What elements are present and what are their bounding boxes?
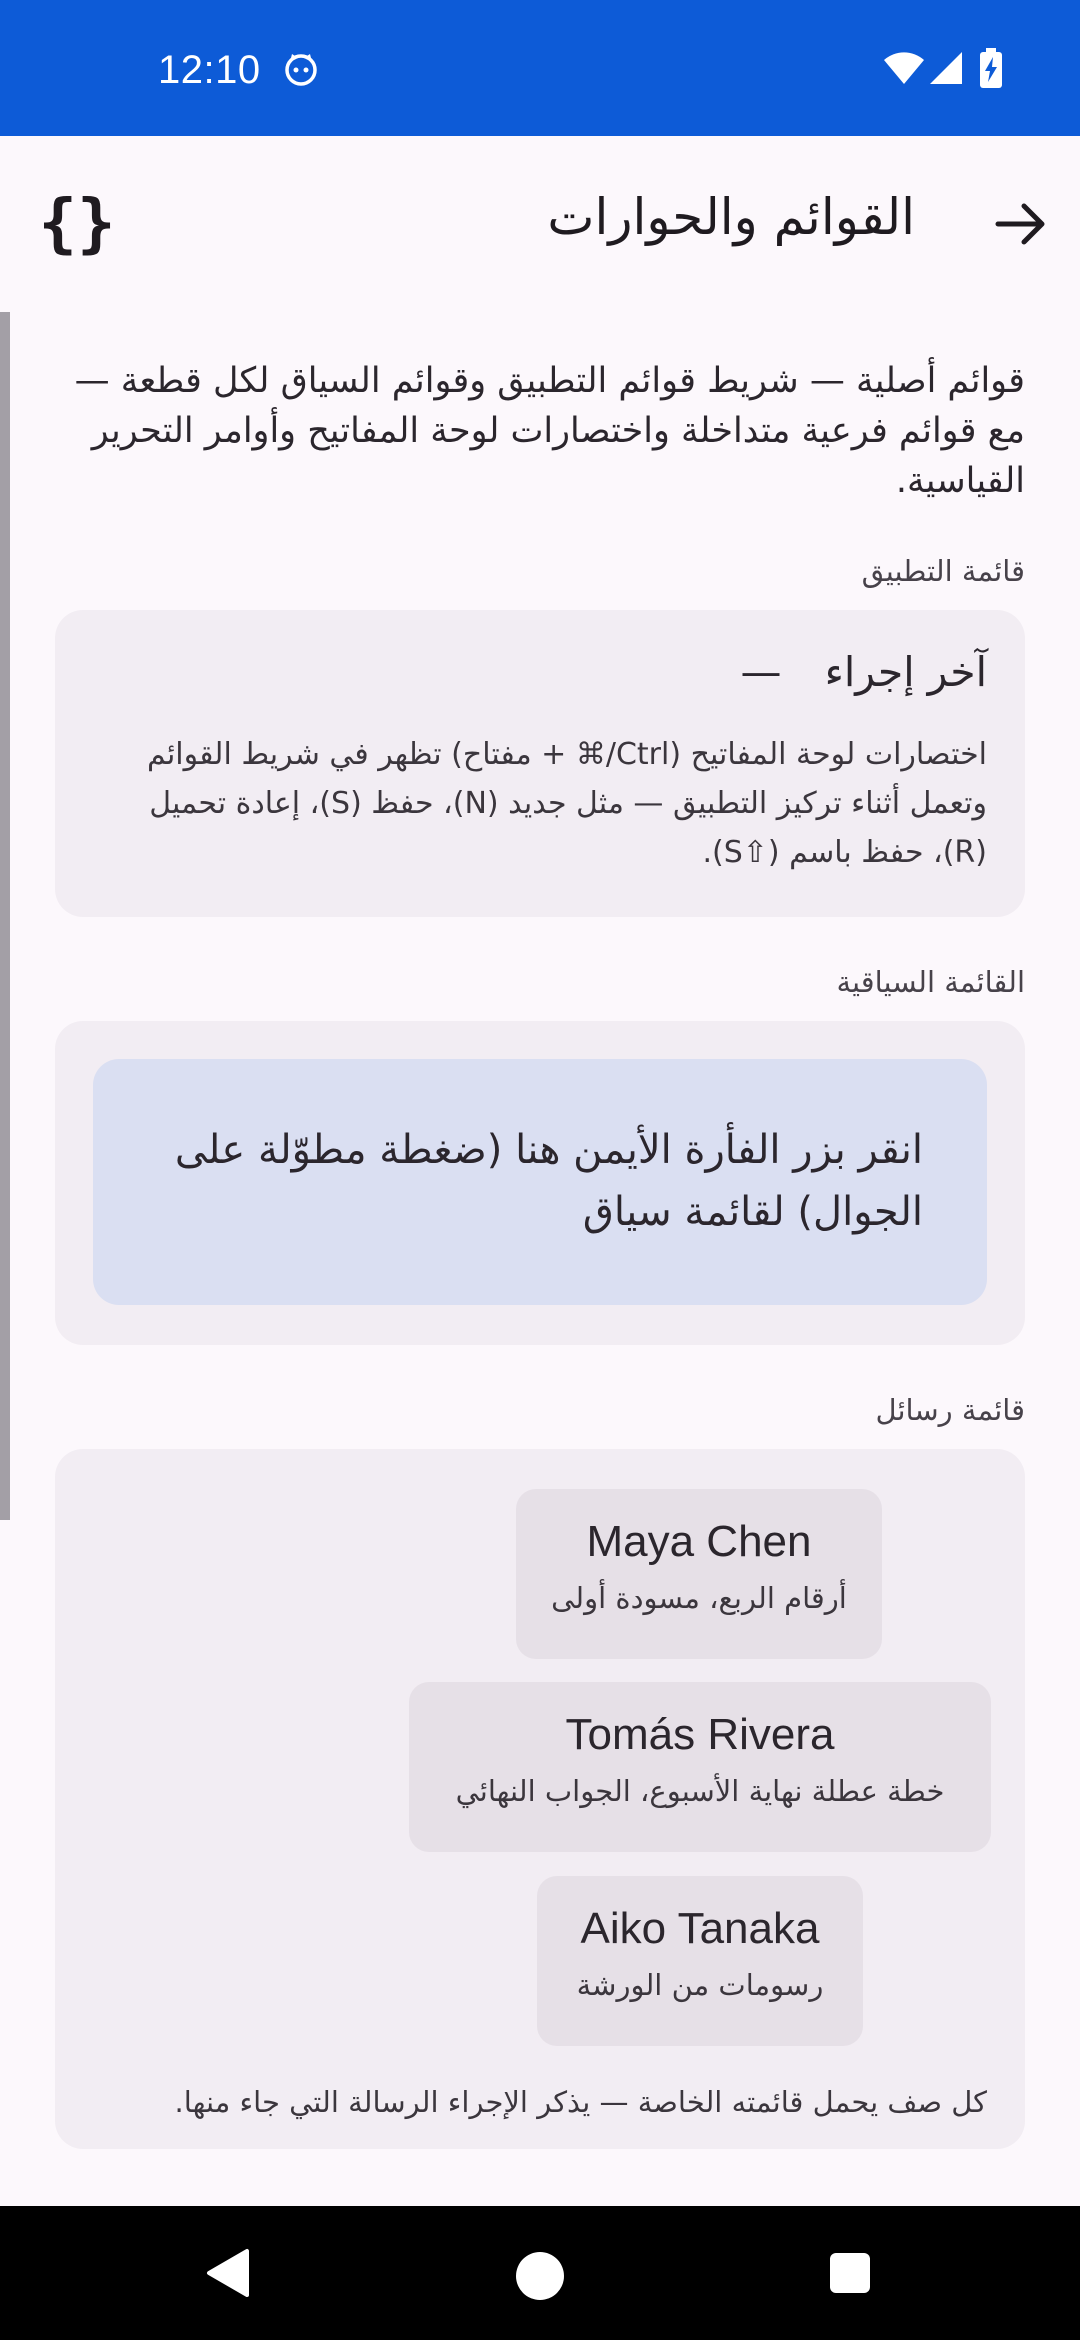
code-view-button[interactable]: {} — [32, 184, 122, 264]
message-subject: خطة عطلة نهاية الأسبوع، الجواب النهائي — [455, 1774, 945, 1808]
app-menu-card: آخر إجراء — اختصارات لوحة المفاتيح (Ctrl… — [55, 610, 1025, 917]
main-content: قوائم أصلية — شريط قوائم التطبيق وقوائم … — [55, 356, 1025, 2149]
intro-text: قوائم أصلية — شريط قوائم التطبيق وقوائم … — [74, 361, 1025, 501]
shortcuts-description: اختصارات لوحة المفاتيح (Ctrl/⌘ + مفتاح) … — [146, 737, 987, 870]
arrow-right-icon[interactable] — [990, 192, 1054, 256]
nav-recents-icon[interactable] — [830, 2253, 870, 2293]
page-title: القوائم والحوارات — [547, 188, 915, 246]
message-item[interactable]: Maya Chen أرقام الربع، مسودة أولى — [516, 1489, 882, 1659]
wifi-icon — [884, 52, 924, 84]
status-time: 12:10 — [158, 48, 261, 92]
app-bar: {} القوائم والحوارات — [0, 136, 1080, 312]
message-subject: أرقام الربع، مسودة أولى — [551, 1581, 847, 1615]
battery-charging-icon — [980, 48, 1002, 88]
message-list-label: قائمة رسائل — [875, 1393, 1025, 1427]
status-bar: 12:10 — [0, 0, 1080, 136]
last-action-title: آخر إجراء — [824, 648, 987, 696]
message-sender: Aiko Tanaka — [580, 1904, 820, 1953]
context-menu-label: القائمة السياقية — [836, 965, 1025, 999]
message-item[interactable]: Aiko Tanaka رسومات من الورشة — [537, 1876, 863, 2046]
nav-back-icon[interactable] — [205, 2248, 249, 2298]
message-subject: رسومات من الورشة — [576, 1968, 824, 2002]
last-action-row: آخر إجراء — — [93, 648, 987, 696]
scrollbar[interactable] — [0, 312, 10, 1520]
context-menu-area[interactable]: انقر بزر الفأرة الأيمن هنا (ضغطة مطوّلة … — [93, 1059, 987, 1305]
message-sender: Maya Chen — [586, 1517, 812, 1566]
nav-home-icon[interactable] — [516, 2252, 564, 2300]
last-action-value: — — [740, 648, 782, 696]
message-list-card: Maya Chen أرقام الربع، مسودة أولى Tomás … — [55, 1449, 1025, 2149]
message-item[interactable]: Tomás Rivera خطة عطلة نهاية الأسبوع، الج… — [409, 1682, 991, 1852]
cat-face-icon — [285, 54, 317, 86]
context-menu-card: انقر بزر الفأرة الأيمن هنا (ضغطة مطوّلة … — [55, 1021, 1025, 1345]
app-menu-label: قائمة التطبيق — [861, 554, 1025, 588]
message-list-footer: كل صف يحمل قائمته الخاصة — يذكر الإجراء … — [174, 2085, 987, 2119]
message-sender: Tomás Rivera — [565, 1710, 835, 1759]
navigation-bar — [0, 2206, 1080, 2340]
cell-signal-icon — [930, 52, 962, 84]
